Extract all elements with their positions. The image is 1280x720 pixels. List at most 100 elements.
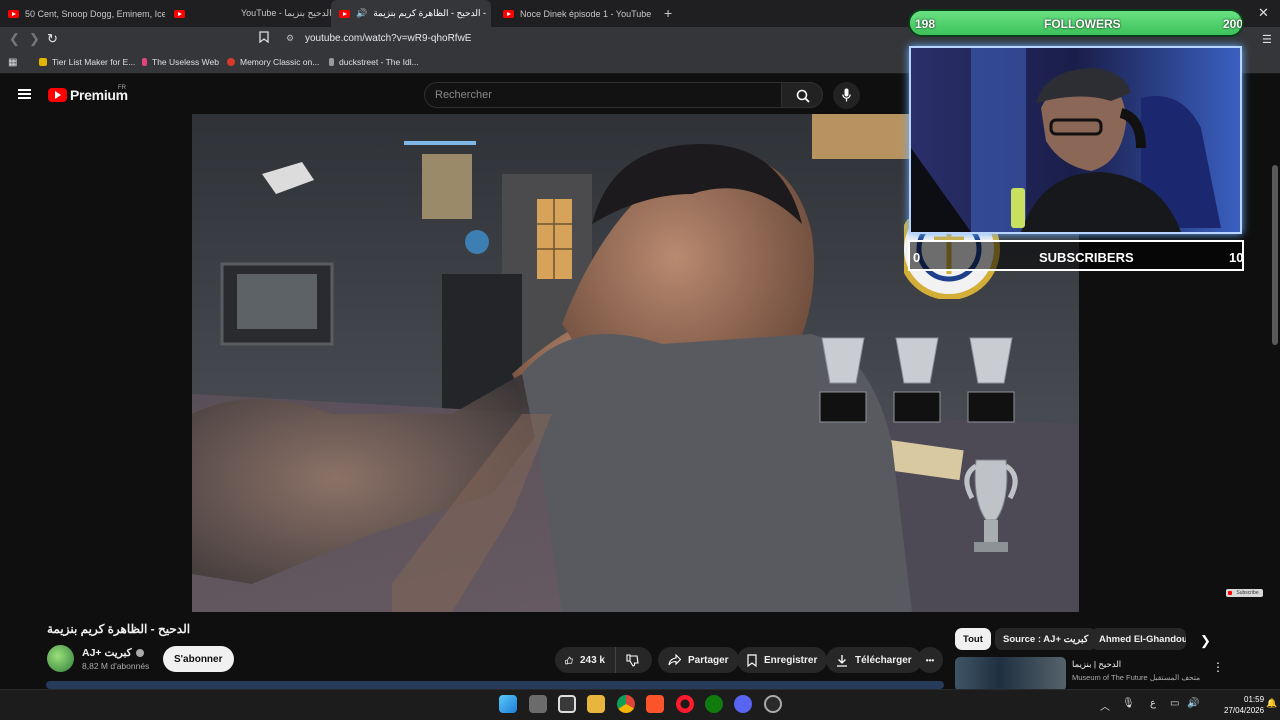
like-count: 243 k <box>579 654 605 666</box>
save-icon <box>747 653 757 667</box>
reload-icon[interactable]: ↻ <box>47 31 58 47</box>
menu-icon[interactable]: ☰ <box>1262 33 1272 46</box>
apps-grid-icon[interactable]: ▦ <box>8 57 17 68</box>
tray-mic-icon[interactable]: 🎙 <box>1122 698 1135 709</box>
tab-label: الدحيح - الظاهرة كريم بنزيمة - <box>373 8 487 18</box>
bookmark-icon[interactable] <box>259 31 269 46</box>
subscribe-watermark[interactable]: Subscribe <box>1226 589 1263 597</box>
video-title: الدحيح - الظاهرة كريم بنزيمة <box>47 622 191 636</box>
tab-label: Noce Dinek épisode 1 - YouTube <box>520 8 652 19</box>
search-icon <box>796 89 810 103</box>
subscribers-label: SUBSCRIBERS <box>1039 250 1134 265</box>
windows-taskbar <box>0 689 1280 720</box>
youtube-logo-icon <box>48 88 67 102</box>
youtube-premium-logo[interactable]: Premium <box>48 87 128 103</box>
share-button[interactable]: Partager <box>658 647 739 673</box>
download-button[interactable]: Télécharger <box>826 647 922 673</box>
file-explorer-icon[interactable] <box>587 695 605 713</box>
scrollbar-thumb[interactable] <box>1272 165 1278 345</box>
share-icon <box>668 654 681 666</box>
chip-source[interactable]: Source : AJ+ كبريت <box>995 628 1097 650</box>
tab-noce-dinek[interactable]: Noce Dinek épisode 1 - YouTube <box>495 0 655 27</box>
task-view-icon[interactable] <box>529 695 547 713</box>
bookmark-duckstreet[interactable]: duckstreet - The Idl... <box>329 57 419 67</box>
channel-subscriber-count: 8,82 M d'abonnés <box>82 661 150 671</box>
tab-label: YouTube - الدحيح بنزيما <box>241 8 331 18</box>
recommended-video-channel: Museum of The Future متحف المستقبل <box>1072 673 1201 682</box>
bookmark-useless-web[interactable]: The Useless Web <box>142 57 219 67</box>
recommended-video-thumbnail[interactable] <box>955 657 1066 691</box>
channel-avatar[interactable] <box>47 645 74 672</box>
input-language[interactable]: ع <box>1150 698 1156 709</box>
audio-playing-icon[interactable]: 🔊 <box>356 8 367 19</box>
youtube-favicon-icon <box>503 9 514 18</box>
microphone-icon <box>842 88 851 102</box>
bookmark-favicon-icon <box>329 58 334 66</box>
forward-icon[interactable]: ❯ <box>29 31 40 47</box>
webcam-overlay <box>909 46 1242 234</box>
xbox-icon[interactable] <box>705 695 723 713</box>
tab-active-video[interactable]: 🔊 الدحيح - الظاهرة كريم بنزيمة - ✕ <box>331 0 491 27</box>
thumbs-down-icon <box>626 653 639 667</box>
like-button[interactable]: 243 k <box>555 647 615 673</box>
volume-icon[interactable]: 🔊 <box>1187 698 1199 709</box>
back-icon[interactable]: ❮ <box>9 31 20 47</box>
subscribers-goal: 10 <box>1229 250 1244 265</box>
chrome-icon[interactable] <box>617 695 635 713</box>
page-scrollbar[interactable] <box>1270 75 1280 612</box>
channel-name[interactable]: AJ+ كبريت <box>82 647 144 659</box>
search-input[interactable]: Rechercher <box>424 82 782 108</box>
app-icon[interactable] <box>764 695 782 713</box>
followers-label: FOLLOWERS <box>1044 17 1121 31</box>
network-icon[interactable]: ▭ <box>1170 698 1179 709</box>
site-info-icon[interactable]: ⚙ <box>286 33 294 44</box>
youtube-favicon-icon <box>8 9 19 18</box>
notifications-icon[interactable]: 🔔 <box>1266 698 1277 709</box>
la-liga-trophies-icon <box>819 337 1015 423</box>
followers-goal-bar: 198 FOLLOWERS 200 <box>908 9 1244 37</box>
chip-ahmed[interactable]: Ahmed El-Ghandour <box>1091 628 1186 650</box>
subscribe-button[interactable]: S'abonner <box>163 646 234 672</box>
bookmark-favicon-icon <box>39 58 47 66</box>
search-button[interactable] <box>781 82 823 108</box>
recommended-more-icon[interactable]: ⋮ <box>1212 660 1224 674</box>
download-icon <box>837 654 847 667</box>
champions-league-trophy-icon <box>964 459 1018 552</box>
window-close-button[interactable]: ✕ <box>1258 5 1269 21</box>
store-icon[interactable] <box>558 695 576 713</box>
voice-search-button[interactable] <box>833 82 860 109</box>
subscribers-goal-bar: 0 SUBSCRIBERS 10 <box>908 240 1244 271</box>
chip-all[interactable]: Tout <box>955 628 991 650</box>
tray-chevron-icon[interactable]: ︿ <box>1100 698 1110 713</box>
youtube-favicon-icon <box>339 9 350 18</box>
description-box[interactable] <box>46 681 944 689</box>
tab-youtube-benzema[interactable]: YouTube - الدحيح بنزيما <box>166 0 331 27</box>
hamburger-menu-icon[interactable] <box>18 89 31 99</box>
followers-current: 198 <box>915 17 936 31</box>
brave-icon[interactable] <box>646 695 664 713</box>
more-actions-button[interactable]: ••• <box>917 647 943 673</box>
url-input[interactable]: youtube.com/watch?v=wR9-qhoRfwE <box>305 33 471 44</box>
bookmark-tier-list[interactable]: Tier List Maker for E... <box>39 57 135 67</box>
discord-icon[interactable] <box>734 695 752 713</box>
tab-label: 50 Cent, Snoop Dogg, Eminem, Ice C <box>25 8 165 19</box>
start-icon[interactable] <box>499 695 517 713</box>
thumbs-up-icon <box>565 656 573 664</box>
bookmark-favicon-icon <box>227 58 235 66</box>
youtube-favicon-icon <box>174 9 185 18</box>
save-button[interactable]: Enregistrer <box>737 647 828 673</box>
subscribers-current: 0 <box>913 250 921 265</box>
opera-icon[interactable] <box>676 695 694 713</box>
dislike-button[interactable] <box>615 647 652 673</box>
followers-goal: 200 <box>1223 17 1244 31</box>
region-code: FR <box>118 85 126 91</box>
tab-music[interactable]: 50 Cent, Snoop Dogg, Eminem, Ice C <box>0 0 165 27</box>
recommended-video-title[interactable]: الدحيح | بنزيما <box>1072 659 1121 670</box>
bookmark-memory-classic[interactable]: Memory Classic on... <box>227 57 319 67</box>
verified-icon <box>135 649 144 658</box>
clock[interactable]: 01:59 27/04/2026 <box>1224 694 1264 716</box>
bookmark-favicon-icon <box>142 58 147 66</box>
webcam-image <box>911 48 1240 232</box>
chips-next-icon[interactable]: ❯ <box>1200 633 1211 649</box>
new-tab-button[interactable]: + <box>664 5 672 21</box>
